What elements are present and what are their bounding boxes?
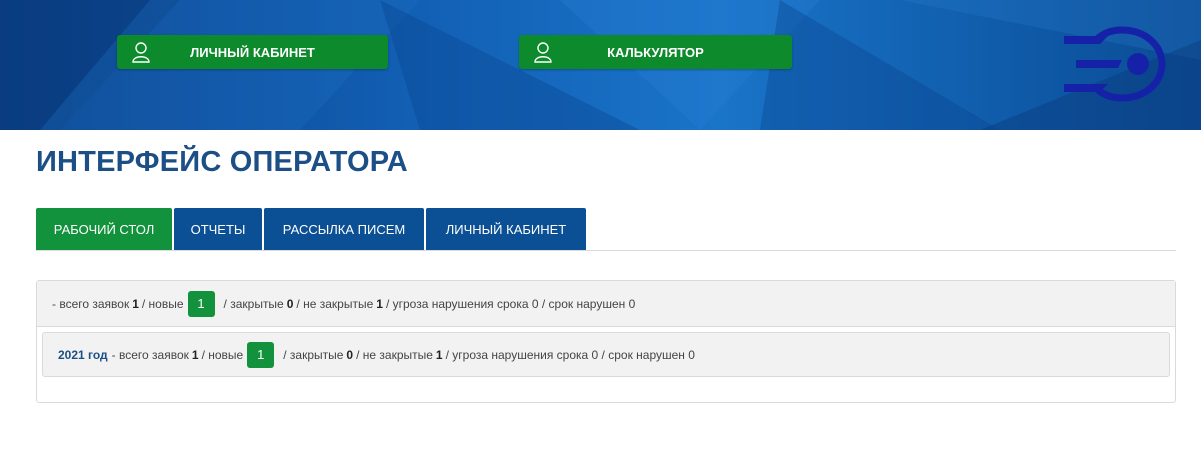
year-prefix: - всего заявок — [111, 347, 189, 362]
summary-new-badge[interactable]: 1 — [187, 290, 215, 317]
calculator-label: КАЛЬКУЛЯТОР — [607, 44, 704, 60]
summary-open: 1 — [376, 296, 383, 311]
user-icon — [132, 42, 150, 63]
personal-cabinet-button[interactable]: ЛИЧНЫЙ КАБИНЕТ — [117, 35, 388, 69]
company-logo-icon — [1064, 26, 1166, 102]
year-closed: 0 — [346, 347, 354, 362]
header-banner: ЛИЧНЫЙ КАБИНЕТ КАЛЬКУЛЯТОР — [0, 0, 1201, 130]
tab-bar: РАБОЧИЙ СТОЛ ОТЧЕТЫ РАССЫЛКА ПИСЕМ ЛИЧНЫ… — [36, 208, 1176, 251]
year-closed-label: / закрытые — [283, 347, 344, 362]
page-title: ИНТЕРФЕЙС ОПЕРАТОРА — [36, 146, 408, 178]
summary-closed: 0 — [286, 296, 294, 311]
calculator-button[interactable]: КАЛЬКУЛЯТОР — [519, 35, 792, 69]
year-open-label: / не закрытые — [356, 347, 433, 362]
year-row: 2021 год - всего заявок 1 / новые 1 / за… — [42, 332, 1170, 377]
tab-mailing[interactable]: РАССЫЛКА ПИСЕМ — [264, 208, 424, 250]
tab-reports[interactable]: ОТЧЕТЫ — [174, 208, 262, 250]
summary-rest: / угроза нарушения срока 0 / срок наруше… — [385, 296, 636, 311]
year-new-label: / новые — [201, 347, 244, 362]
year-rest: / угроза нарушения срока 0 / срок наруше… — [445, 347, 695, 362]
user-icon — [534, 42, 552, 63]
year-open: 1 — [435, 347, 443, 362]
summary-row: - всего заявок 1 / новые 1 / закрытые 0 … — [37, 281, 1175, 327]
summary-total: 1 — [132, 296, 139, 311]
summary-closed-label: / закрытые — [223, 296, 284, 311]
year-new-badge[interactable]: 1 — [247, 341, 275, 368]
tab-personal-cabinet[interactable]: ЛИЧНЫЙ КАБИНЕТ — [426, 208, 586, 250]
personal-cabinet-label: ЛИЧНЫЙ КАБИНЕТ — [190, 44, 315, 60]
tab-desktop[interactable]: РАБОЧИЙ СТОЛ — [36, 208, 172, 250]
year-link[interactable]: 2021 год — [58, 348, 108, 362]
requests-panel: - всего заявок 1 / новые 1 / закрытые 0 … — [36, 280, 1176, 403]
summary-new-label: / новые — [141, 296, 184, 311]
summary-prefix: - всего заявок — [52, 296, 130, 311]
summary-open-label: / не закрытые — [296, 296, 374, 311]
year-total: 1 — [191, 347, 199, 362]
